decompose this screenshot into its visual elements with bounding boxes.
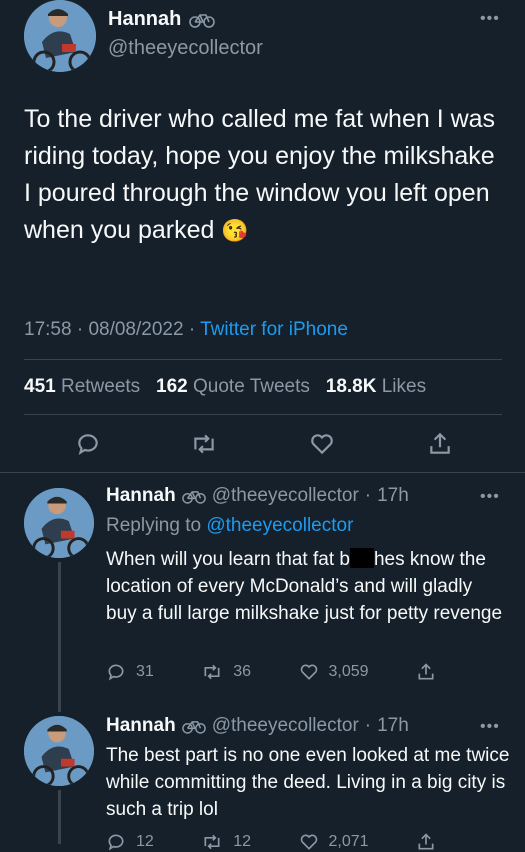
avatar-photo <box>24 716 94 786</box>
reply-header: Hannah @theeyecollector · 17h <box>106 715 409 737</box>
avatar[interactable] <box>24 488 94 558</box>
tweet-author-row: Hannah <box>108 8 216 31</box>
replying-to: Replying to @theeyecollector <box>106 515 353 537</box>
tweet-stats: 451 Retweets 162 Quote Tweets 18.8K Like… <box>24 376 426 398</box>
reply-icon <box>78 434 98 456</box>
likes-label: Likes <box>381 376 427 397</box>
avatar[interactable] <box>24 716 94 786</box>
share-button[interactable] <box>416 832 436 852</box>
likes-stat[interactable]: 18.8K Likes <box>326 376 426 397</box>
meta-separator: · <box>364 485 372 506</box>
replying-handle-link[interactable]: @theeyecollector <box>206 515 353 536</box>
tweet-text: To the driver who called me fat when I w… <box>24 101 504 249</box>
tweet-age[interactable]: 17h <box>377 485 409 507</box>
bicycle-icon <box>189 13 216 28</box>
thread-line <box>58 790 61 844</box>
tweet-date[interactable]: 08/08/2022 <box>88 319 183 340</box>
avatar[interactable] <box>24 0 96 72</box>
author-handle[interactable]: @theeyecollector <box>108 37 263 60</box>
author-name[interactable]: Hannah <box>106 485 176 507</box>
retweet-count: 12 <box>233 833 252 850</box>
quotes-stat[interactable]: 162 Quote Tweets <box>156 376 310 397</box>
bicycle-icon <box>181 490 206 504</box>
reply-icon <box>108 834 124 851</box>
tweet-source-link[interactable]: Twitter for iPhone <box>200 319 348 340</box>
reply-button[interactable]: 31 <box>106 662 154 682</box>
retweet-button[interactable] <box>190 431 218 462</box>
more-options-icon[interactable]: ••• <box>480 10 500 28</box>
retweet-button[interactable]: 36 <box>201 662 251 682</box>
tweet-body: To the driver who called me fat when I w… <box>24 105 496 244</box>
reply-actions: 31 36 3,059 <box>106 662 436 682</box>
reply-header: Hannah @theeyecollector · 17h <box>106 485 409 507</box>
tweet-meta: 17:58 · 08/08/2022 · Twitter for iPhone <box>24 319 348 341</box>
retweets-stat[interactable]: 451 Retweets <box>24 376 140 397</box>
share-icon <box>418 833 434 850</box>
divider <box>0 472 525 473</box>
likes-count: 18.8K <box>325 376 377 397</box>
reply-button[interactable]: 12 <box>106 832 154 852</box>
like-button[interactable]: 2,071 <box>299 832 369 852</box>
heart-icon <box>300 834 317 850</box>
kiss-emoji-icon: 😘 <box>221 218 249 243</box>
like-count: 2,071 <box>328 833 369 850</box>
retweet-icon <box>204 664 220 680</box>
share-button[interactable] <box>416 662 436 682</box>
like-button[interactable] <box>309 431 335 462</box>
quotes-count: 162 <box>156 376 188 397</box>
avatar-photo <box>24 488 94 558</box>
retweet-icon <box>194 434 214 454</box>
author-handle[interactable]: @theeyecollector <box>212 715 359 737</box>
meta-separator: · <box>188 319 201 340</box>
like-count: 3,059 <box>328 663 369 680</box>
retweets-count: 451 <box>24 376 56 397</box>
share-icon <box>418 663 434 680</box>
tweet-age[interactable]: 17h <box>377 715 409 737</box>
reply-text-start: When will you learn that fat b <box>106 549 350 570</box>
bicycle-icon <box>181 720 206 734</box>
author-name[interactable]: Hannah <box>106 715 176 737</box>
more-options-icon[interactable]: ••• <box>480 488 500 506</box>
reply-text: The best part is no one even looked at m… <box>106 745 510 820</box>
author-handle[interactable]: @theeyecollector <box>212 485 359 507</box>
censor-block <box>349 548 374 568</box>
avatar-photo <box>24 0 96 72</box>
meta-separator: · <box>364 715 372 736</box>
divider <box>24 359 502 360</box>
reply-button[interactable] <box>75 431 101 462</box>
share-button[interactable] <box>427 431 453 462</box>
reply-count: 31 <box>136 663 154 680</box>
retweet-icon <box>204 834 220 850</box>
like-button[interactable]: 3,059 <box>299 662 369 682</box>
heart-icon <box>300 664 317 680</box>
reply-text: When will you learn that fat b hes know t… <box>106 546 506 627</box>
retweets-label: Retweets <box>60 376 141 397</box>
retweet-button[interactable]: 12 <box>201 832 251 852</box>
thread-line <box>58 562 61 712</box>
reply-count: 12 <box>136 833 154 850</box>
meta-separator: · <box>76 319 89 340</box>
more-options-icon[interactable]: ••• <box>480 718 500 736</box>
reply-actions: 12 12 2,071 <box>106 832 436 852</box>
divider <box>24 414 502 415</box>
share-icon <box>430 432 450 454</box>
quotes-label: Quote Tweets <box>193 376 310 397</box>
retweet-count: 36 <box>233 663 252 680</box>
tweet-time[interactable]: 17:58 <box>24 319 72 340</box>
replying-label: Replying to <box>106 515 202 536</box>
reply-icon <box>108 664 124 681</box>
heart-icon <box>311 434 333 455</box>
author-name[interactable]: Hannah <box>108 8 181 31</box>
